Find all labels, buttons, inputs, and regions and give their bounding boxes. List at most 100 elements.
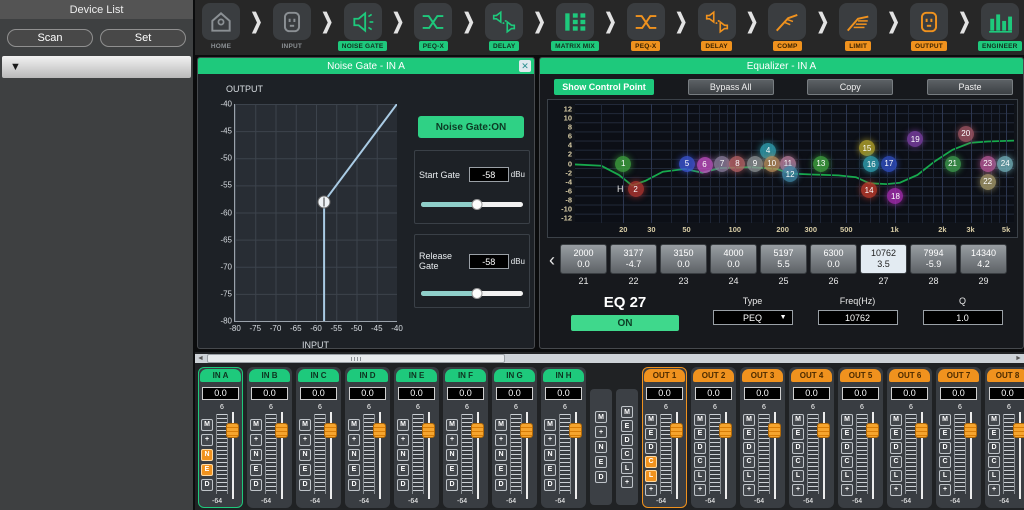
eq-control-point-14[interactable]: 14 bbox=[861, 182, 877, 198]
strip-button-E[interactable]: E bbox=[397, 464, 409, 476]
strip-button-L[interactable]: L bbox=[694, 470, 706, 482]
strip-button-+[interactable]: + bbox=[495, 434, 507, 446]
channel-label[interactable]: OUT 4 bbox=[791, 369, 832, 382]
strip-button-C[interactable]: C bbox=[621, 448, 633, 460]
set-button[interactable]: Set bbox=[100, 29, 186, 47]
band-cell-29[interactable]: 143404.2 bbox=[960, 244, 1007, 274]
strip-button-L[interactable]: L bbox=[621, 462, 633, 474]
toolbar-item-matrix-mix[interactable]: MATRIX MIX bbox=[553, 3, 597, 51]
eq-control-point-22[interactable]: 22 bbox=[980, 174, 996, 190]
strip-button-E[interactable]: E bbox=[792, 428, 804, 440]
strip-button-E[interactable]: E bbox=[595, 456, 607, 468]
strip-button-N[interactable]: N bbox=[348, 449, 360, 461]
strip-button-E[interactable]: E bbox=[621, 420, 633, 432]
strip-button-+[interactable]: + bbox=[446, 434, 458, 446]
toolbar-item-peq-x[interactable]: PEQ-X bbox=[624, 3, 668, 51]
eq-control-point-6[interactable]: 6 bbox=[697, 157, 713, 173]
strip-button-M[interactable]: M bbox=[743, 414, 755, 426]
gain-value[interactable]: 0.0 bbox=[891, 387, 928, 400]
band-cell-24[interactable]: 40000.0 bbox=[710, 244, 757, 274]
strip-button-E[interactable]: E bbox=[841, 428, 853, 440]
strip-button-C[interactable]: C bbox=[792, 456, 804, 468]
strip-button-C[interactable]: C bbox=[743, 456, 755, 468]
strip-button-E[interactable]: E bbox=[250, 464, 262, 476]
strip-button-M[interactable]: M bbox=[446, 419, 458, 431]
strip-button-D[interactable]: D bbox=[890, 442, 902, 454]
strip-button-+[interactable]: + bbox=[939, 484, 951, 496]
channel-label[interactable]: IN C bbox=[298, 369, 339, 382]
strip-button-L[interactable]: L bbox=[890, 470, 902, 482]
strip-button-+[interactable]: + bbox=[250, 434, 262, 446]
fader-handle[interactable] bbox=[373, 423, 386, 438]
strip-button-M[interactable]: M bbox=[792, 414, 804, 426]
strip-button-+[interactable]: + bbox=[621, 476, 633, 488]
channel-label[interactable]: OUT 2 bbox=[693, 369, 734, 382]
strip-button-E[interactable]: E bbox=[939, 428, 951, 440]
strip-button-M[interactable]: M bbox=[495, 419, 507, 431]
strip-button-+[interactable]: + bbox=[645, 484, 657, 496]
strip-button-M[interactable]: M bbox=[645, 414, 657, 426]
strip-button-+[interactable]: + bbox=[201, 434, 213, 446]
strip-button-N[interactable]: N bbox=[201, 449, 213, 461]
strip-button-D[interactable]: D bbox=[348, 479, 360, 491]
strip-button-N[interactable]: N bbox=[595, 441, 607, 453]
band-cell-22[interactable]: 3177-4.7 bbox=[610, 244, 657, 274]
strip-button-M[interactable]: M bbox=[348, 419, 360, 431]
scan-button[interactable]: Scan bbox=[7, 29, 93, 47]
toolbar-item-home[interactable]: HOME bbox=[199, 3, 243, 50]
strip-button-+[interactable]: + bbox=[792, 484, 804, 496]
eq-control-point-18[interactable]: 18 bbox=[887, 188, 903, 204]
strip-button-E[interactable]: E bbox=[299, 464, 311, 476]
toolbar-item-input[interactable]: INPUT bbox=[270, 3, 314, 50]
gain-value[interactable]: 0.0 bbox=[545, 387, 582, 400]
gain-value[interactable]: 0.0 bbox=[989, 387, 1024, 400]
eq-on-button[interactable]: ON bbox=[571, 315, 679, 331]
toolbar-item-output[interactable]: OUTPUT bbox=[907, 3, 951, 51]
channel-label[interactable]: IN D bbox=[347, 369, 388, 382]
band-cell-27[interactable]: 107623.5 bbox=[860, 244, 907, 274]
channel-label[interactable]: IN E bbox=[396, 369, 437, 382]
strip-button-+[interactable]: + bbox=[890, 484, 902, 496]
strip-button-D[interactable]: D bbox=[250, 479, 262, 491]
strip-button-E[interactable]: E bbox=[988, 428, 1000, 440]
strip-button-D[interactable]: D bbox=[299, 479, 311, 491]
channel-label[interactable]: OUT 1 bbox=[644, 369, 685, 382]
eq-control-point-7[interactable]: 7 bbox=[714, 156, 730, 172]
gain-value[interactable]: 0.0 bbox=[447, 387, 484, 400]
strip-button-D[interactable]: D bbox=[201, 479, 213, 491]
toolbar-item-comp[interactable]: COMP bbox=[765, 3, 809, 51]
strip-button-+[interactable]: + bbox=[544, 434, 556, 446]
channel-label[interactable]: OUT 3 bbox=[742, 369, 783, 382]
fader-handle[interactable] bbox=[569, 423, 582, 438]
gain-value[interactable]: 0.0 bbox=[842, 387, 879, 400]
strip-button-D[interactable]: D bbox=[544, 479, 556, 491]
fader-handle[interactable] bbox=[817, 423, 830, 438]
gain-value[interactable]: 0.0 bbox=[349, 387, 386, 400]
type-select[interactable]: PEQ ▼ bbox=[713, 310, 793, 325]
strip-button-E[interactable]: E bbox=[446, 464, 458, 476]
strip-button-D[interactable]: D bbox=[446, 479, 458, 491]
strip-button-E[interactable]: E bbox=[694, 428, 706, 440]
strip-button-+[interactable]: + bbox=[743, 484, 755, 496]
eq-control-point-17[interactable]: 17 bbox=[881, 156, 897, 172]
strip-button-C[interactable]: C bbox=[939, 456, 951, 468]
gain-value[interactable]: 0.0 bbox=[398, 387, 435, 400]
toolbar-item-noise-gate[interactable]: NOISE GATE bbox=[341, 3, 385, 51]
strip-button-M[interactable]: M bbox=[621, 406, 633, 418]
band-cell-26[interactable]: 63000.0 bbox=[810, 244, 857, 274]
paste-button[interactable]: Paste bbox=[927, 79, 1013, 95]
strip-button-N[interactable]: N bbox=[544, 449, 556, 461]
strip-button-L[interactable]: L bbox=[988, 470, 1000, 482]
eq-control-point-10[interactable]: 10 bbox=[764, 156, 780, 172]
strip-button-D[interactable]: D bbox=[694, 442, 706, 454]
eq-control-point-5[interactable]: 5 bbox=[679, 156, 695, 172]
strip-button-M[interactable]: M bbox=[988, 414, 1000, 426]
toolbar-item-delay[interactable]: DELAY bbox=[482, 3, 526, 51]
strip-button-D[interactable]: D bbox=[743, 442, 755, 454]
fader-handle[interactable] bbox=[226, 423, 239, 438]
fader-handle[interactable] bbox=[915, 423, 928, 438]
strip-button-M[interactable]: M bbox=[250, 419, 262, 431]
device-dropdown[interactable]: ▼ bbox=[2, 56, 191, 78]
show-control-point-button[interactable]: Show Control Point bbox=[554, 79, 654, 95]
strip-button-N[interactable]: N bbox=[495, 449, 507, 461]
